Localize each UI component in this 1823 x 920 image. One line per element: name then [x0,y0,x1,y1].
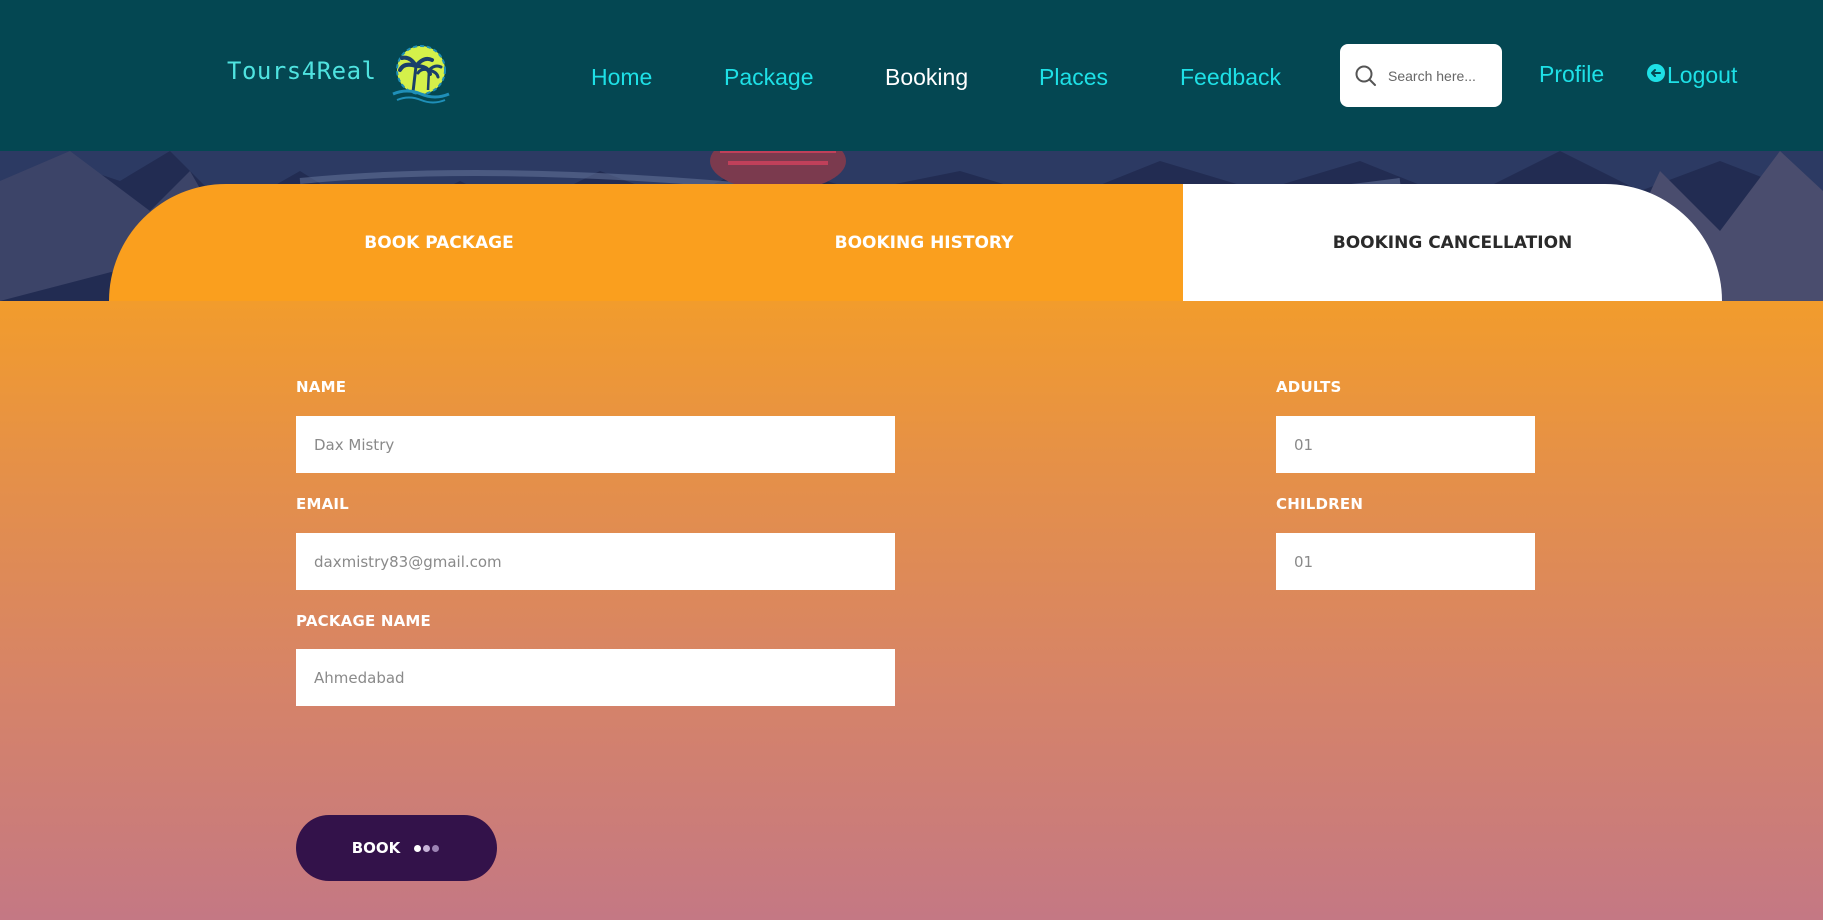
nav-booking[interactable]: Booking [885,64,968,91]
email-field[interactable] [296,533,895,590]
booking-form-panel [0,301,1823,920]
palm-tree-sun-icon [391,45,450,104]
search-box[interactable] [1340,44,1502,107]
tab-book-package[interactable]: BOOK PACKAGE [169,184,709,301]
package-name-field[interactable] [296,649,895,706]
adults-label: ADULTS [1276,378,1342,396]
loading-dots-icon [414,844,441,852]
loading-dot [414,844,422,852]
book-button[interactable]: BOOK [296,815,497,881]
tab-booking-history[interactable]: BOOKING HISTORY [669,184,1179,301]
site-logo[interactable]: Tours4Real [227,40,455,112]
nav-feedback[interactable]: Feedback [1180,64,1281,91]
search-icon [1355,65,1376,86]
nav-package[interactable]: Package [724,64,814,91]
loading-dot [423,844,431,852]
name-label: NAME [296,378,347,396]
site-header: Tours4Real Home Package Booking Places F… [0,0,1823,151]
booking-tabs: BOOK PACKAGE BOOKING HISTORY BOOKING CAN… [109,184,1722,301]
adults-field[interactable] [1276,416,1535,473]
nav-home[interactable]: Home [591,64,652,91]
package-name-label: PACKAGE NAME [296,612,431,630]
children-field[interactable] [1276,533,1535,590]
logout-link[interactable]: Logout [1646,62,1737,89]
logout-label: Logout [1667,62,1738,88]
children-label: CHILDREN [1276,495,1364,513]
name-field[interactable] [296,416,895,473]
book-button-label: BOOK [351,839,401,857]
nav-places[interactable]: Places [1039,64,1108,91]
logout-arrow-icon [1647,63,1665,82]
search-input[interactable] [1388,67,1498,84]
profile-link[interactable]: Profile [1539,61,1604,88]
logo-text: Tours4Real [227,57,377,85]
tab-booking-cancellation[interactable]: BOOKING CANCELLATION [1183,184,1722,301]
email-label: EMAIL [296,495,349,513]
loading-dot [432,844,440,852]
